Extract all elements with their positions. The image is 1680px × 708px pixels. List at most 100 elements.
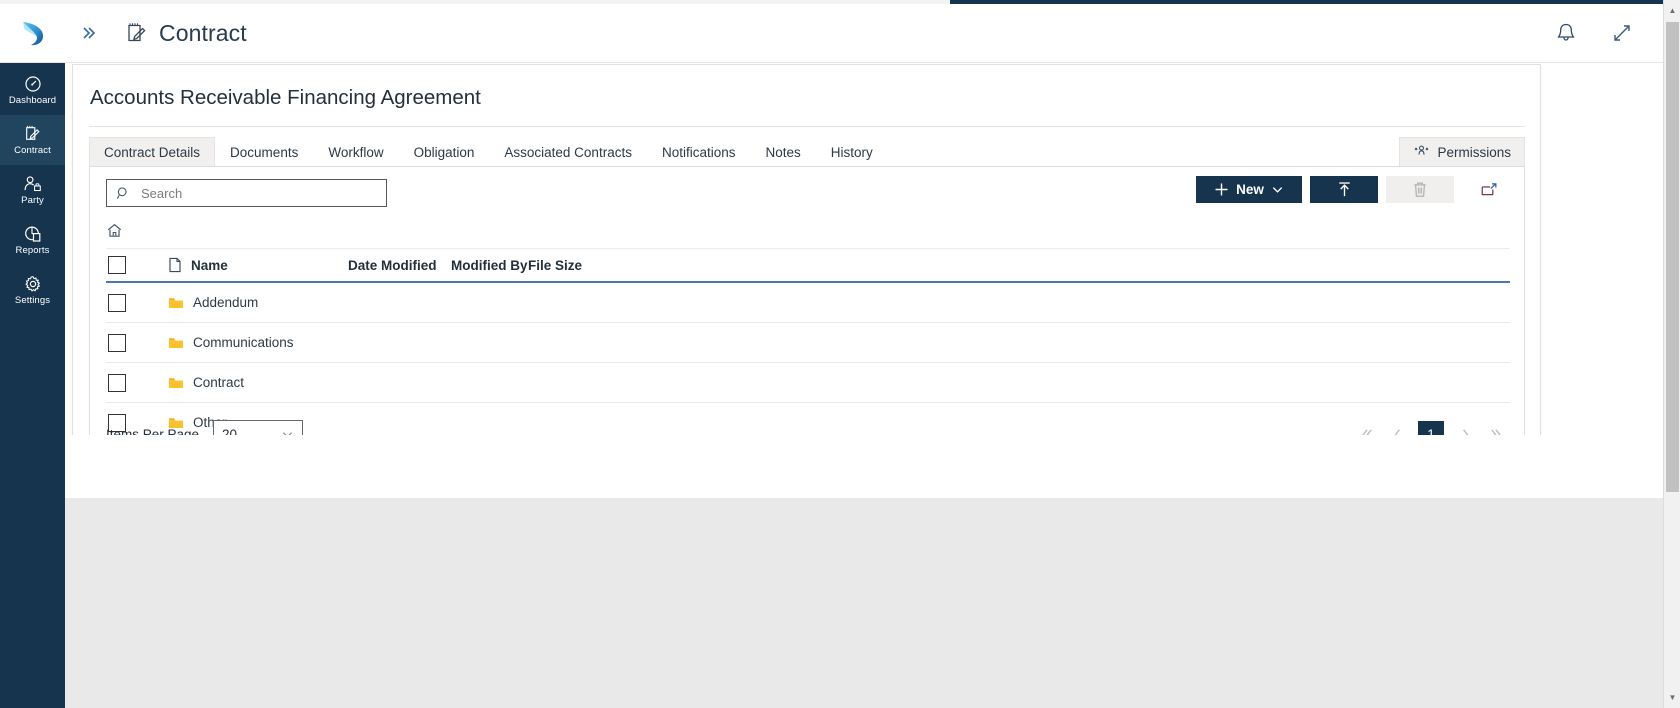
search-box[interactable] <box>106 179 387 207</box>
column-label: File Size <box>528 257 583 273</box>
people-permissions-icon <box>1415 145 1429 155</box>
row-select-cell <box>106 333 168 352</box>
folder-icon <box>169 337 183 348</box>
app-logo[interactable] <box>0 4 66 63</box>
app-header: Contract <box>0 4 1663 63</box>
tab-associated-contracts[interactable]: Associated Contracts <box>489 137 647 166</box>
tab-documents[interactable]: Documents <box>215 137 314 166</box>
tab-label: Obligation <box>413 144 475 160</box>
sidebar-item-party[interactable]: Party <box>0 165 65 215</box>
upload-button[interactable] <box>1310 176 1378 203</box>
search-icon <box>116 186 127 199</box>
tab-permissions-label: Permissions <box>1437 144 1511 160</box>
fullscreen-button[interactable] <box>1609 20 1635 46</box>
row-name-cell: Contract <box>168 375 348 390</box>
document-icon <box>169 257 181 273</box>
sidebar-item-label: Dashboard <box>8 95 57 106</box>
search-input[interactable] <box>139 184 377 202</box>
table-row[interactable]: Contract <box>106 363 1510 403</box>
tab-label: History <box>830 144 873 160</box>
tab-workflow[interactable]: Workflow <box>313 137 398 166</box>
folder-icon <box>169 297 183 308</box>
page-scrollbar[interactable]: ▲ ▼ <box>1663 0 1680 708</box>
open-external-button[interactable] <box>1474 176 1504 203</box>
sidebar-item-reports[interactable]: Reports <box>0 215 65 265</box>
contract-edit-icon <box>128 23 146 42</box>
tab-contract-details[interactable]: Contract Details <box>89 137 216 166</box>
sidebar-item-settings[interactable]: Settings <box>0 265 65 315</box>
home-button[interactable] <box>106 222 123 244</box>
plus-icon <box>1215 183 1228 196</box>
tab-label: Associated Contracts <box>504 144 632 160</box>
reports-copy-icon <box>24 224 42 243</box>
row-checkbox[interactable] <box>108 373 126 392</box>
select-all-cell <box>106 256 168 274</box>
breadcrumb: Contract <box>126 20 247 47</box>
page-title: Accounts Receivable Financing Agreement <box>90 86 481 109</box>
row-checkbox[interactable] <box>108 293 126 312</box>
documents-panel: New <box>89 166 1525 478</box>
folder-icon <box>169 377 183 388</box>
tab-permissions[interactable]: Permissions <box>1399 137 1525 166</box>
column-modified-by[interactable]: Modified By <box>451 258 528 273</box>
contract-card: Accounts Receivable Financing Agreement … <box>72 64 1541 496</box>
row-name: Addendum <box>193 295 259 310</box>
open-external-icon <box>1481 182 1497 195</box>
delete-button[interactable] <box>1386 176 1454 203</box>
app-root: Contract Dashboard Contract Party Report… <box>0 0 1680 708</box>
table-row[interactable]: Communications <box>106 323 1510 363</box>
content-whitespace <box>65 435 1663 498</box>
sidebar: Dashboard Contract Party Reports Setting… <box>0 63 65 708</box>
upload-arrow-icon <box>1338 182 1350 197</box>
home-icon <box>107 223 122 237</box>
tab-bar: Contract Details Documents Workflow Obli… <box>89 137 1525 166</box>
tab-spacer <box>888 137 1400 166</box>
table-row[interactable]: Addendum <box>106 283 1510 323</box>
row-name: Contract <box>193 375 245 390</box>
chevron-down-icon <box>1272 187 1283 193</box>
select-all-checkbox[interactable] <box>108 256 126 274</box>
sidebar-item-label: Party <box>21 195 44 206</box>
scroll-up-arrow-icon[interactable]: ▲ <box>1664 2 1680 19</box>
scrollbar-thumb[interactable] <box>1666 22 1679 492</box>
bell-icon <box>1557 23 1575 41</box>
table-header-row: Name Date Modified Modified By File Size <box>106 248 1510 283</box>
sidebar-item-label: Reports <box>15 245 50 256</box>
tab-history[interactable]: History <box>816 137 888 166</box>
column-label: Modified By <box>451 257 528 273</box>
app-logo-swoosh-icon <box>23 22 44 46</box>
tab-notes[interactable]: Notes <box>751 137 816 166</box>
row-checkbox[interactable] <box>108 333 126 352</box>
sidebar-item-label: Contract <box>14 145 51 156</box>
tab-label: Workflow <box>328 144 384 160</box>
expand-nav-button[interactable] <box>76 18 102 48</box>
page-module-title: Contract <box>159 19 247 46</box>
tab-notifications[interactable]: Notifications <box>647 137 751 166</box>
tab-label: Contract Details <box>104 144 201 160</box>
column-date-modified[interactable]: Date Modified <box>348 258 451 273</box>
column-file-size[interactable]: File Size <box>528 258 628 273</box>
tab-label: Documents <box>230 144 299 160</box>
tab-obligation[interactable]: Obligation <box>399 137 490 166</box>
person-lock-icon <box>23 174 42 193</box>
new-button[interactable]: New <box>1196 176 1302 203</box>
new-button-label: New <box>1236 182 1264 197</box>
title-divider <box>89 126 1525 127</box>
row-name: Communications <box>193 335 294 350</box>
notifications-button[interactable] <box>1553 20 1579 46</box>
header-actions <box>1553 20 1663 46</box>
expand-diagonal-icon <box>1614 25 1630 41</box>
row-name-cell: Communications <box>168 335 348 350</box>
sidebar-item-contract[interactable]: Contract <box>0 115 65 165</box>
row-name-cell: Addendum <box>168 295 348 310</box>
column-label: Name <box>191 257 228 273</box>
column-name[interactable]: Name <box>168 257 348 273</box>
row-select-cell <box>106 293 168 312</box>
breadcrumb-path <box>106 219 123 247</box>
sidebar-item-dashboard[interactable]: Dashboard <box>0 65 65 115</box>
speedometer-icon <box>24 74 42 93</box>
tab-label: Notifications <box>661 144 736 160</box>
chevron-double-right-icon <box>83 27 96 39</box>
column-label: Date Modified <box>348 257 437 273</box>
scroll-down-arrow-icon[interactable]: ▼ <box>1664 689 1680 706</box>
